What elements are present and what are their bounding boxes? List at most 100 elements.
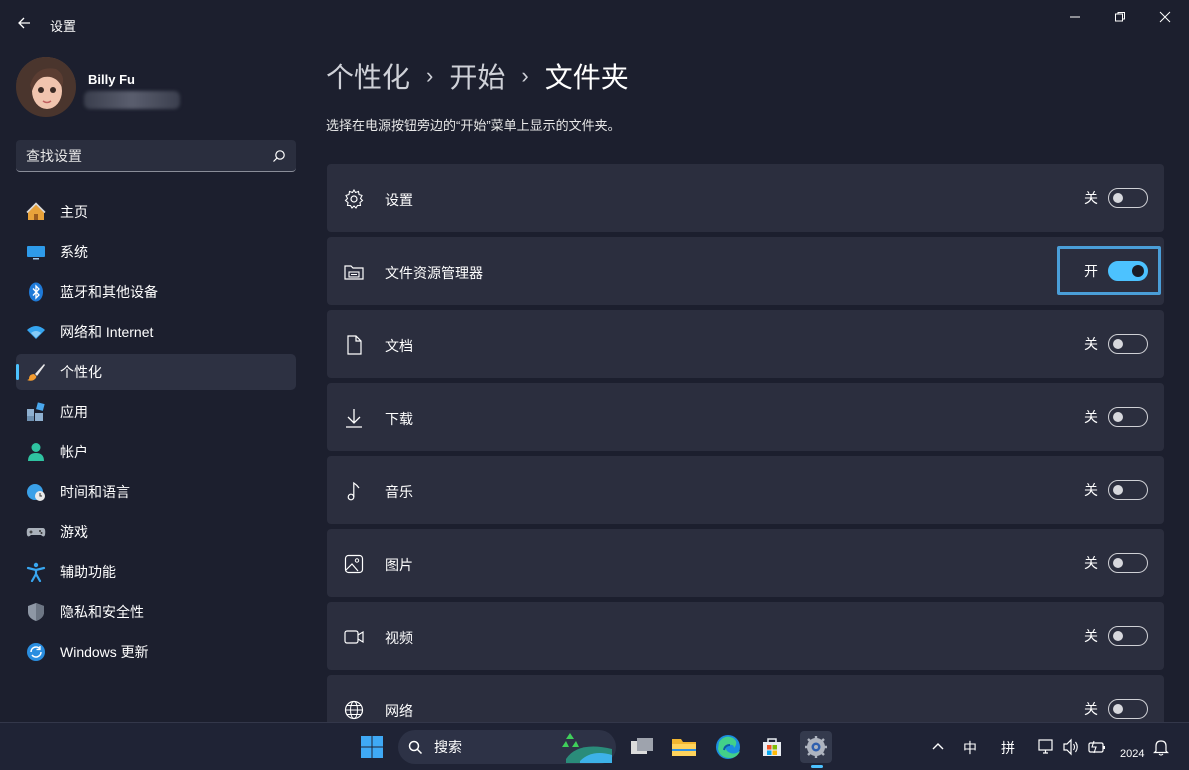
pictures-toggle[interactable] (1108, 553, 1148, 573)
restore-icon (1115, 12, 1125, 22)
search-box[interactable] (16, 140, 296, 172)
folder-row-videos: 视频 关 (327, 602, 1164, 670)
toggle-state-text: 关 (1084, 701, 1098, 717)
downloads-toggle[interactable] (1108, 407, 1148, 427)
restore-button[interactable] (1098, 6, 1142, 28)
sidebar-item-time-language[interactable]: 时间和语言 (16, 474, 296, 510)
toggle-state-text: 关 (1084, 190, 1098, 206)
title-bar: 设置 (0, 0, 1189, 48)
sidebar-item-label: 个性化 (60, 364, 102, 380)
sidebar-item-label: 辅助功能 (60, 564, 116, 580)
gear-icon (344, 188, 364, 209)
user-email-redacted (84, 91, 180, 109)
sidebar-item-home[interactable]: 主页 (16, 194, 296, 230)
recycle-highlight-icon (562, 733, 612, 763)
clock-date[interactable]: 2024 (1120, 748, 1144, 760)
clock-globe-icon (27, 484, 45, 501)
network-status-icon[interactable] (1037, 738, 1055, 756)
battery-icon[interactable] (1087, 738, 1107, 756)
folder-row-pictures: 图片 关 (327, 529, 1164, 597)
task-view-button[interactable] (626, 731, 658, 763)
sidebar-item-system[interactable]: 系统 (16, 234, 296, 270)
breadcrumb-personalization[interactable]: 个性化 (326, 56, 410, 96)
windows-logo-icon (361, 736, 383, 758)
sidebar-item-label: Windows 更新 (60, 644, 149, 660)
sidebar-item-windows-update[interactable]: Windows 更新 (16, 634, 296, 670)
start-button[interactable] (356, 731, 388, 763)
folder-row-downloads: 下载 关 (327, 383, 1164, 451)
picture-icon (344, 554, 364, 574)
breadcrumb-start[interactable]: 开始 (449, 56, 505, 96)
page-title: 文件夹 (544, 62, 629, 93)
search-icon[interactable] (272, 149, 286, 163)
volume-icon[interactable] (1062, 738, 1080, 756)
folder-label: 音乐 (385, 484, 413, 500)
file-explorer-icon (344, 265, 364, 280)
close-icon (1159, 11, 1171, 23)
home-icon (26, 202, 46, 220)
sidebar-item-accessibility[interactable]: 辅助功能 (16, 554, 296, 590)
sidebar-item-bluetooth[interactable]: 蓝牙和其他设备 (16, 274, 296, 310)
minimize-button[interactable] (1053, 6, 1097, 28)
microsoft-store-icon (763, 738, 781, 756)
sidebar-item-network[interactable]: 网络和 Internet (16, 314, 296, 350)
toggle-state-text: 开 (1084, 263, 1098, 279)
settings-toggle[interactable] (1108, 188, 1148, 208)
documents-toggle[interactable] (1108, 334, 1148, 354)
music-icon (347, 481, 360, 501)
toggle-state-text: 关 (1084, 628, 1098, 644)
taskbar: 搜索 中 拼 2024 (0, 722, 1189, 770)
chevron-up-icon[interactable] (931, 740, 945, 752)
music-toggle[interactable] (1108, 480, 1148, 500)
sidebar-item-personalization[interactable]: 个性化 (16, 354, 296, 390)
document-icon (347, 335, 362, 355)
avatar-image (16, 57, 76, 117)
folder-row-settings: 设置 关 (327, 164, 1164, 232)
user-name: Billy Fu (88, 72, 135, 87)
sidebar-item-label: 游戏 (60, 524, 88, 540)
sidebar-item-gaming[interactable]: 游戏 (16, 514, 296, 550)
toggle-group: 关 (1084, 602, 1148, 670)
bluetooth-icon (29, 282, 43, 302)
ime-mode-indicator[interactable]: 拼 (1001, 738, 1015, 758)
toggle-state-text: 关 (1084, 409, 1098, 425)
gamepad-icon (26, 528, 46, 537)
folder-label: 文件资源管理器 (385, 265, 483, 281)
folder-icon (672, 739, 696, 756)
file-explorer-toggle[interactable] (1108, 261, 1148, 281)
notification-bell-icon[interactable] (1153, 738, 1169, 756)
store-button[interactable] (756, 731, 788, 763)
settings-taskbar-button[interactable] (800, 731, 832, 763)
sidebar-item-label: 帐户 (60, 444, 88, 460)
breadcrumb-separator: › (521, 63, 529, 88)
avatar[interactable] (16, 57, 76, 117)
search-icon (408, 740, 423, 755)
folder-row-documents: 文档 关 (327, 310, 1164, 378)
search-input[interactable] (16, 140, 266, 171)
person-icon (28, 443, 44, 461)
monitor-icon (27, 246, 45, 260)
taskbar-search[interactable]: 搜索 (398, 730, 616, 764)
sidebar-item-privacy[interactable]: 隐私和安全性 (16, 594, 296, 630)
toggle-group: 关 (1084, 164, 1148, 232)
wifi-icon (27, 326, 45, 339)
folder-label: 文档 (385, 338, 413, 354)
toggle-state-text: 关 (1084, 482, 1098, 498)
accessibility-icon (26, 562, 46, 582)
edge-button[interactable] (712, 731, 744, 763)
sidebar-nav: 主页 系统 蓝牙和其他设备 网络和 Internet 个性化 应用 帐户 时间和… (16, 194, 296, 674)
network-toggle[interactable] (1108, 699, 1148, 719)
sidebar-item-apps[interactable]: 应用 (16, 394, 296, 430)
sidebar-item-accounts[interactable]: 帐户 (16, 434, 296, 470)
toggle-group: 关 (1084, 310, 1148, 378)
videos-toggle[interactable] (1108, 626, 1148, 646)
back-button[interactable] (14, 12, 36, 34)
file-explorer-taskbar-button[interactable] (668, 731, 700, 763)
ime-language-indicator[interactable]: 中 (963, 738, 977, 758)
breadcrumb: 个性化 › 开始 › 文件夹 (326, 56, 629, 96)
close-button[interactable] (1143, 6, 1187, 28)
folder-list: 设置 关 文件资源管理器 开 文档 关 下载 关 音乐 关 图片 关 视频 关 … (327, 164, 1164, 748)
brush-icon (27, 364, 45, 381)
sidebar-item-label: 主页 (60, 204, 88, 220)
sidebar-item-label: 蓝牙和其他设备 (60, 284, 158, 300)
